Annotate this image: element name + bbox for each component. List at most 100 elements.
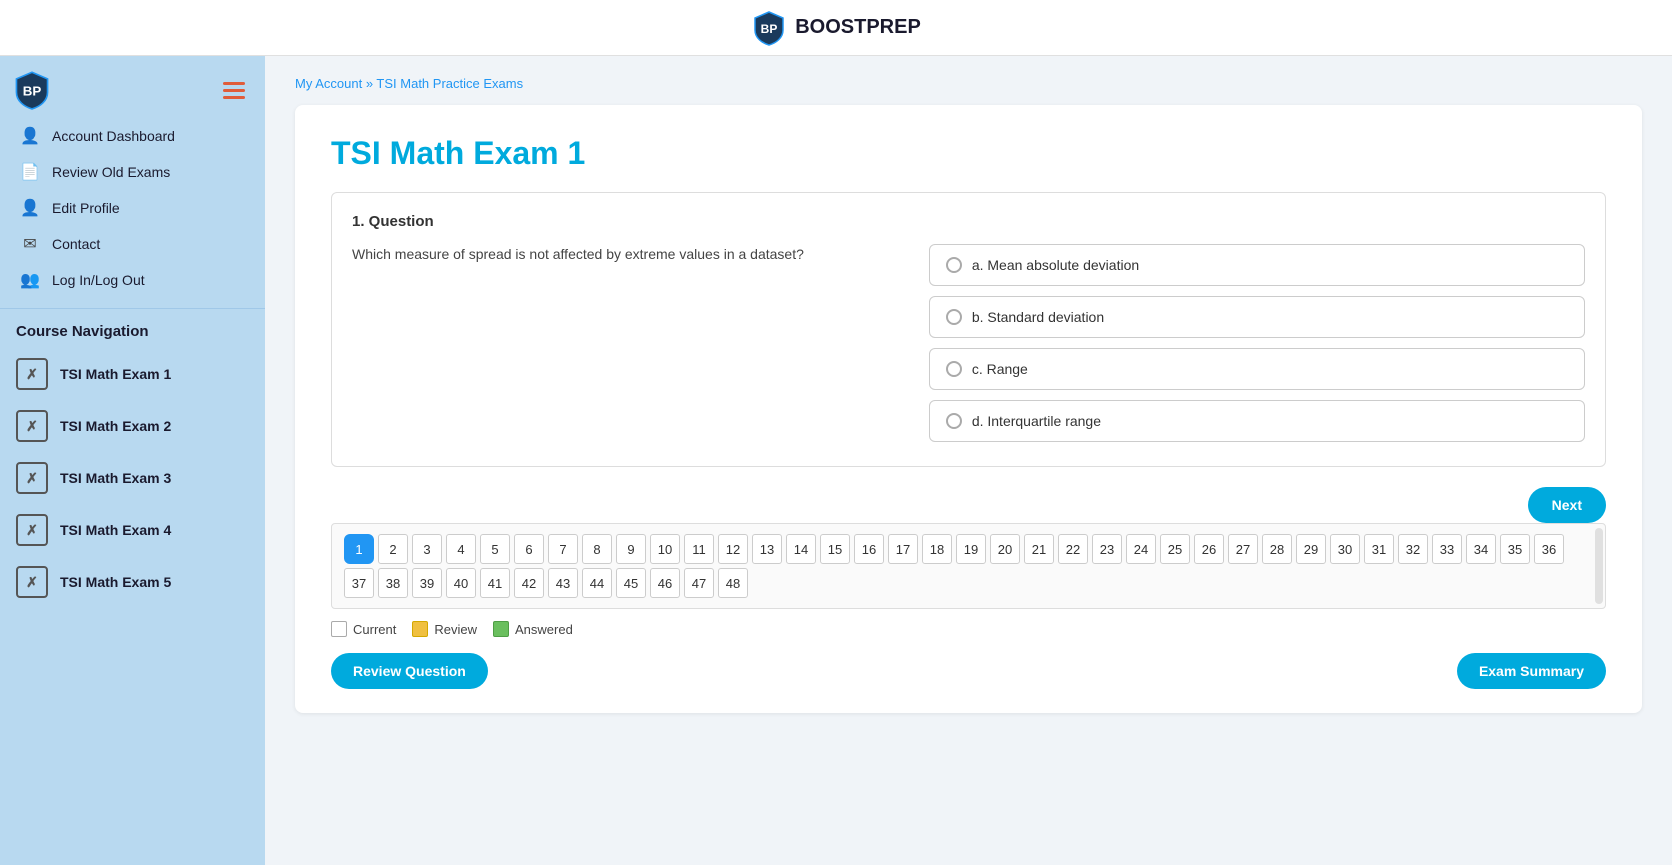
question-number-6[interactable]: 6 xyxy=(514,534,544,564)
sidebar-item-exam5[interactable]: ✗ TSI Math Exam 5 xyxy=(0,556,265,608)
option-a-radio[interactable] xyxy=(946,257,962,273)
question-number-12[interactable]: 12 xyxy=(718,534,748,564)
question-number-9[interactable]: 9 xyxy=(616,534,646,564)
review-question-button[interactable]: Review Question xyxy=(331,653,488,689)
question-number-25[interactable]: 25 xyxy=(1160,534,1190,564)
sidebar-item-exam4[interactable]: ✗ TSI Math Exam 4 xyxy=(0,504,265,556)
question-number-3[interactable]: 3 xyxy=(412,534,442,564)
question-number-15[interactable]: 15 xyxy=(820,534,850,564)
option-a[interactable]: a. Mean absolute deviation xyxy=(929,244,1585,286)
question-number-22[interactable]: 22 xyxy=(1058,534,1088,564)
question-number-46[interactable]: 46 xyxy=(650,568,680,598)
sidebar-top-row: BP xyxy=(0,66,265,114)
question-number-16[interactable]: 16 xyxy=(854,534,884,564)
review-legend-label: Review xyxy=(434,622,477,637)
question-number-4[interactable]: 4 xyxy=(446,534,476,564)
sidebar-item-account-dashboard[interactable]: 👤 Account Dashboard xyxy=(0,118,265,154)
grid-scrollbar[interactable] xyxy=(1595,528,1603,604)
sidebar-item-login-logout[interactable]: 👥 Log In/Log Out xyxy=(0,262,265,298)
question-number-41[interactable]: 41 xyxy=(480,568,510,598)
question-number-31[interactable]: 31 xyxy=(1364,534,1394,564)
option-c-label: c. Range xyxy=(972,361,1028,377)
question-number-19[interactable]: 19 xyxy=(956,534,986,564)
svg-text:BP: BP xyxy=(23,84,42,99)
question-number-33[interactable]: 33 xyxy=(1432,534,1462,564)
question-number-29[interactable]: 29 xyxy=(1296,534,1326,564)
question-number-23[interactable]: 23 xyxy=(1092,534,1122,564)
question-number-11[interactable]: 11 xyxy=(684,534,714,564)
question-number-7[interactable]: 7 xyxy=(548,534,578,564)
question-number-34[interactable]: 34 xyxy=(1466,534,1496,564)
exam2-icon: ✗ xyxy=(16,410,48,442)
question-number-44[interactable]: 44 xyxy=(582,568,612,598)
question-number-48[interactable]: 48 xyxy=(718,568,748,598)
question-area: 1. Question Which measure of spread is n… xyxy=(331,192,1606,467)
next-button[interactable]: Next xyxy=(1528,487,1606,523)
sidebar-item-exam3[interactable]: ✗ TSI Math Exam 3 xyxy=(0,452,265,504)
current-legend-label: Current xyxy=(353,622,396,637)
question-number-26[interactable]: 26 xyxy=(1194,534,1224,564)
question-number-42[interactable]: 42 xyxy=(514,568,544,598)
sidebar-bp-logo: BP xyxy=(12,70,52,110)
question-number-35[interactable]: 35 xyxy=(1500,534,1530,564)
question-number-47[interactable]: 47 xyxy=(684,568,714,598)
option-d-radio[interactable] xyxy=(946,413,962,429)
sidebar-item-login-logout-label: Log In/Log Out xyxy=(52,272,145,288)
question-number-30[interactable]: 30 xyxy=(1330,534,1360,564)
question-number-28[interactable]: 28 xyxy=(1262,534,1292,564)
question-number-32[interactable]: 32 xyxy=(1398,534,1428,564)
question-number-38[interactable]: 38 xyxy=(378,568,408,598)
exam-title: TSI Math Exam 1 xyxy=(331,135,1606,172)
option-a-label: a. Mean absolute deviation xyxy=(972,257,1139,273)
question-number-27[interactable]: 27 xyxy=(1228,534,1258,564)
question-number-36[interactable]: 36 xyxy=(1534,534,1564,564)
exam1-icon: ✗ xyxy=(16,358,48,390)
option-c[interactable]: c. Range xyxy=(929,348,1585,390)
sidebar-item-exam4-label: TSI Math Exam 4 xyxy=(60,522,171,538)
option-b-radio[interactable] xyxy=(946,309,962,325)
question-number-18[interactable]: 18 xyxy=(922,534,952,564)
sidebar-item-contact[interactable]: ✉ Contact xyxy=(0,226,265,262)
question-number-1[interactable]: 1 xyxy=(344,534,374,564)
question-number-10[interactable]: 10 xyxy=(650,534,680,564)
exam-summary-button[interactable]: Exam Summary xyxy=(1457,653,1606,689)
question-grid: 1234567891011121314151617181920212223242… xyxy=(344,534,1593,598)
question-number-5[interactable]: 5 xyxy=(480,534,510,564)
next-btn-row: Next xyxy=(331,487,1606,523)
sidebar-item-account-dashboard-label: Account Dashboard xyxy=(52,128,175,144)
question-number-40[interactable]: 40 xyxy=(446,568,476,598)
question-number-17[interactable]: 17 xyxy=(888,534,918,564)
review-legend-box xyxy=(412,621,428,637)
sidebar-item-exam2[interactable]: ✗ TSI Math Exam 2 xyxy=(0,400,265,452)
question-number-8[interactable]: 8 xyxy=(582,534,612,564)
legend-answered: Answered xyxy=(493,621,573,637)
question-number-2[interactable]: 2 xyxy=(378,534,408,564)
exam5-icon: ✗ xyxy=(16,566,48,598)
sidebar-item-review-old-exams[interactable]: 📄 Review Old Exams xyxy=(0,154,265,190)
question-number-45[interactable]: 45 xyxy=(616,568,646,598)
option-c-radio[interactable] xyxy=(946,361,962,377)
question-number-24[interactable]: 24 xyxy=(1126,534,1156,564)
answered-legend-box xyxy=(493,621,509,637)
hamburger-menu[interactable] xyxy=(215,74,253,107)
question-number-20[interactable]: 20 xyxy=(990,534,1020,564)
sidebar-item-contact-label: Contact xyxy=(52,236,100,252)
review-icon: 📄 xyxy=(20,162,40,182)
option-b[interactable]: b. Standard deviation xyxy=(929,296,1585,338)
question-number-14[interactable]: 14 xyxy=(786,534,816,564)
question-number-43[interactable]: 43 xyxy=(548,568,578,598)
option-d[interactable]: d. Interquartile range xyxy=(929,400,1585,442)
sidebar-item-exam1[interactable]: ✗ TSI Math Exam 1 xyxy=(0,348,265,400)
main-layout: BP 👤 Account Dashboard 📄 Review Old Exam… xyxy=(0,56,1672,865)
current-legend-box xyxy=(331,621,347,637)
main-content: My Account » TSI Math Practice Exams TSI… xyxy=(265,56,1672,865)
breadcrumb-my-account[interactable]: My Account xyxy=(295,76,362,91)
question-number-39[interactable]: 39 xyxy=(412,568,442,598)
sidebar-item-edit-profile[interactable]: 👤 Edit Profile xyxy=(0,190,265,226)
option-b-label: b. Standard deviation xyxy=(972,309,1104,325)
question-grid-wrapper: 1234567891011121314151617181920212223242… xyxy=(331,523,1606,609)
question-number-21[interactable]: 21 xyxy=(1024,534,1054,564)
question-number-13[interactable]: 13 xyxy=(752,534,782,564)
legend: Current Review Answered xyxy=(331,621,1606,637)
question-number-37[interactable]: 37 xyxy=(344,568,374,598)
